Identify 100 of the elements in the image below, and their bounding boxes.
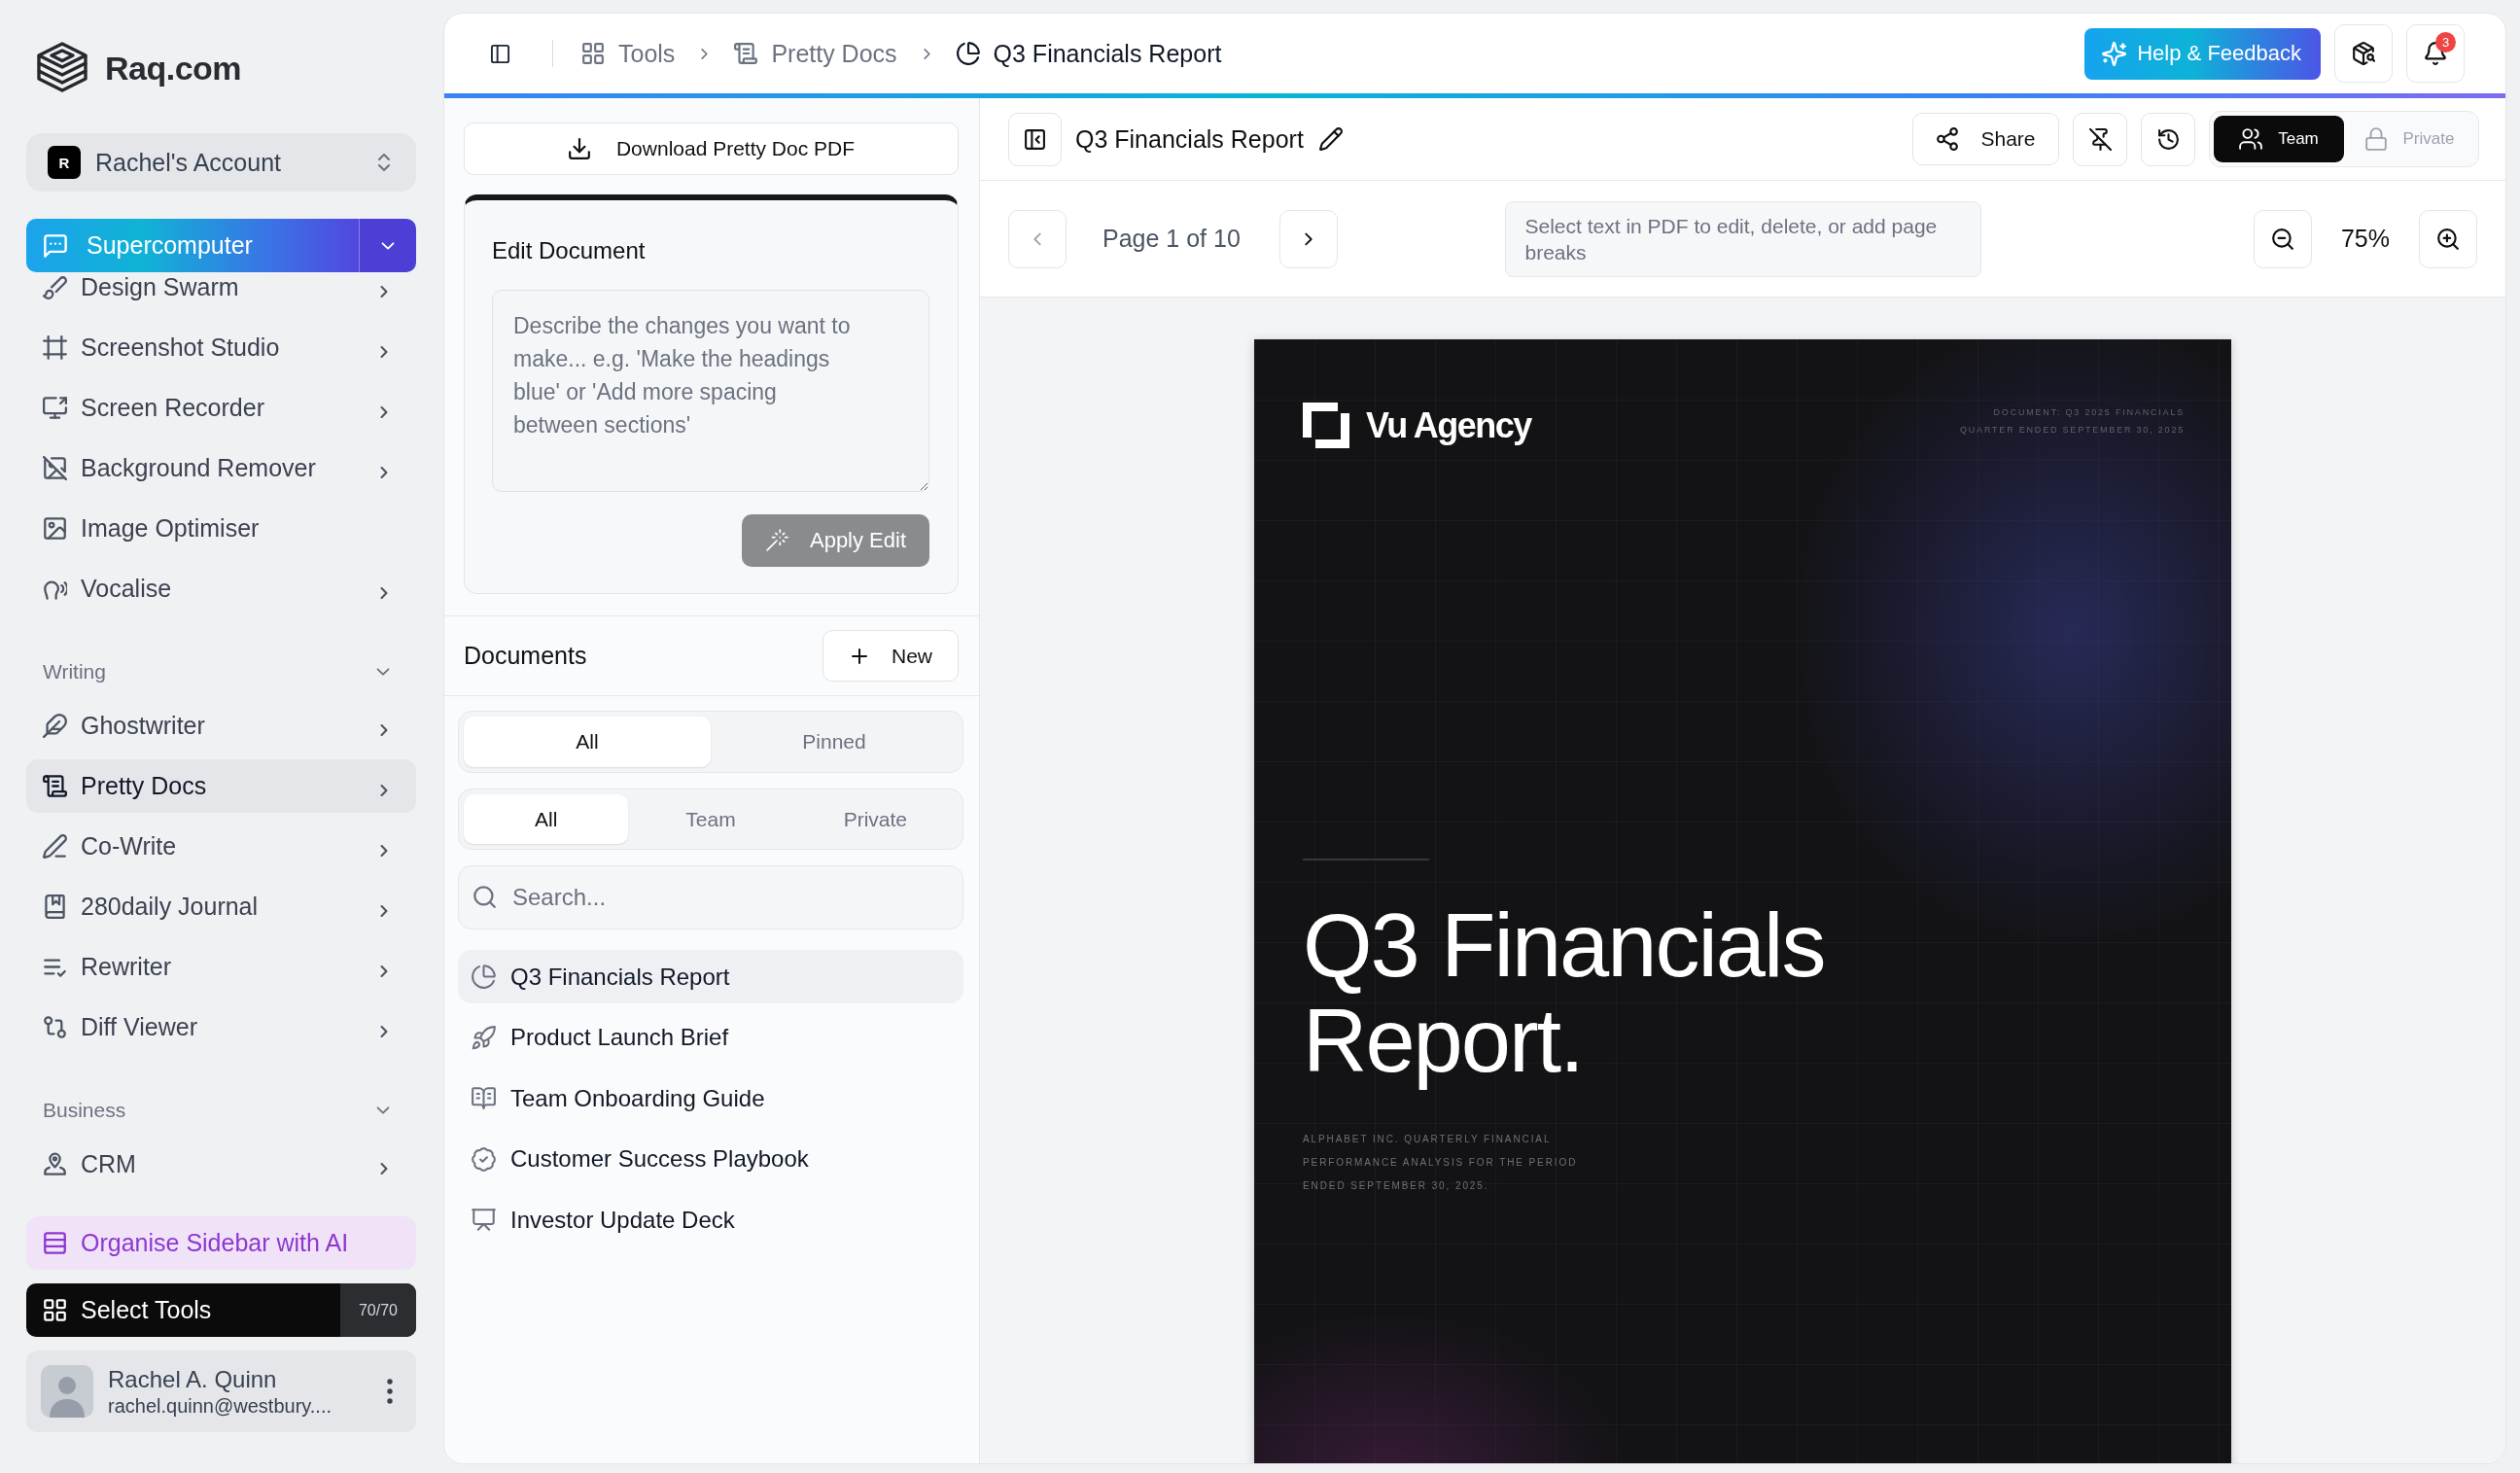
search-field[interactable]: Search... [458,865,963,929]
pie-chart-icon [956,42,980,65]
unpin-button[interactable] [2073,112,2127,166]
sidebar-item[interactable]: Background Remover [26,441,416,495]
sidebar-item[interactable]: Design Swarm [26,272,416,314]
breadcrumb-link[interactable]: Tools [581,39,676,68]
lock-icon [2363,127,2388,151]
zoom-in-icon [2436,227,2460,251]
account-switcher[interactable]: R Rachel's Account [26,133,416,192]
document-item[interactable]: Team Onboarding Guide [458,1071,963,1125]
user-email: rachel.quinn@westbury.... [108,1394,333,1418]
prompt-field[interactable]: Describe the changes you want to make... e.g. 'Make the headings blue' or 'Add more spacing between sections' [492,290,929,492]
scope-tab[interactable]: Team [628,794,793,844]
download-icon [567,137,591,160]
panel-collapse-icon [1024,127,1046,151]
package-search-button[interactable] [2334,24,2393,83]
rename-button[interactable] [1318,127,1343,151]
visibility-option[interactable]: Team [2214,116,2344,162]
card-title: Edit Document [492,236,647,265]
frame-icon [43,335,67,360]
search-icon [472,885,497,909]
sidebar-toggle-button[interactable] [490,43,510,64]
kebab-menu-icon [387,1379,393,1404]
scroll-icon [734,42,758,65]
sidebar-item[interactable]: 280daily Journal [26,880,416,933]
filter-tab[interactable]: Pinned [711,717,958,767]
scroll-icon [43,774,67,798]
user-name: Rachel A. Quinn [108,1365,278,1393]
hint-box: Select text in PDF to edit, delete, or add page breaks [1504,200,1981,277]
image-icon [43,516,67,541]
feather-icon [43,714,67,738]
brand-mark-icon [1303,403,1349,448]
sidebar-toggle-icon [490,43,510,64]
document-title-heading: Q3 Financials Report [1075,124,1304,154]
sidebar-item[interactable]: Diff Viewer [26,1000,416,1054]
document-item[interactable]: Q3 Financials Report [458,950,963,1003]
pencil-icon [1318,127,1343,151]
download-pdf-button[interactable]: Download Pretty Doc PDF [464,123,959,175]
package-search-icon [2352,42,2375,65]
rocket-icon [472,1025,496,1050]
share-icon [1936,127,1960,151]
pencil-line-icon [43,834,67,859]
compare-icon [43,1015,67,1039]
page-indicator: Page 1 of 10 [1102,225,1241,253]
wand-icon [764,529,788,552]
notification-badge: 3 [2435,32,2456,53]
history-icon [2156,127,2180,151]
bookmark-book-icon [43,894,67,919]
grid-icon [43,1298,67,1322]
pie-chart-icon [472,964,496,989]
zoom-out-button[interactable] [2253,209,2312,268]
sidebar-item[interactable]: Screenshot Studio [26,321,416,374]
share-button[interactable]: Share [1912,113,2059,165]
sidebar-item[interactable]: Ghostwriter [26,699,416,753]
select-tools-button[interactable]: Select Tools 70/70 [26,1283,416,1337]
agency-name: Vu Agency [1366,404,1531,446]
layers-logo-icon [36,41,88,95]
users-icon [2239,127,2263,151]
new-document-button[interactable]: New [822,630,959,682]
presentation-icon [472,1208,496,1232]
chat-icon [43,232,68,259]
zoom-in-button[interactable] [2419,209,2477,268]
document-item[interactable]: Product Launch Brief [458,1010,963,1065]
sidebar-item[interactable]: Image Optimiser [26,502,416,555]
sidebar-item[interactable]: Screen Recorder [26,381,416,435]
document-item[interactable]: Customer Success Playbook [458,1132,963,1186]
sidebar-item[interactable]: Rewriter [26,940,416,994]
notifications-button[interactable]: 3 [2406,24,2465,83]
user-pin-icon [43,1152,67,1176]
breadcrumb-link[interactable]: Q3 Financials Report [956,39,1222,68]
sidebar-item[interactable]: Co-Write [26,820,416,873]
section-title: Documents [464,642,587,670]
document-item[interactable]: Investor Update Deck [458,1193,963,1246]
grid-icon [581,42,605,65]
organise-sidebar-button[interactable]: Organise Sidebar with AI [26,1216,416,1270]
pin-off-icon [2088,127,2112,151]
section-toggle[interactable]: Business [26,1089,416,1132]
breadcrumb-link[interactable]: Pretty Docs [734,39,897,68]
tool-count: 70/70 [340,1283,416,1337]
scope-tab[interactable]: All [464,794,629,844]
badge-check-icon [472,1146,496,1172]
sidebar-item[interactable]: CRM [26,1138,416,1191]
document-meta: DOCUMENT: Q3 2025 FINANCIALS [1993,406,2185,419]
collapse-panel-button[interactable] [1008,112,1062,166]
document-meta: QUARTER ENDED SEPTEMBER 30, 2025 [1960,424,2185,437]
sidebar-item[interactable]: Pretty Docs [26,759,416,813]
filter-tab[interactable]: All [464,717,711,767]
brand-name: Raq.com [105,49,242,88]
document-subtitle: ALPHABET INC. QUARTERLY FINANCIAL PERFORMANCE ANALYSIS FOR THE PERIOD ENDED SEPTEMBER 30, 2025. [1303,1133,1579,1193]
open-book-icon [472,1086,496,1110]
section-toggle[interactable]: Writing [26,650,416,693]
sparkles-icon [2102,41,2127,66]
history-button[interactable] [2141,112,2195,166]
zoom-level: 75% [2340,225,2390,253]
avatar-placeholder [41,1365,93,1418]
account-avatar: R [48,146,81,179]
scope-tab[interactable]: Private [792,794,958,844]
sidebar-item[interactable]: Vocalise [26,562,416,615]
rows-icon [43,1231,67,1255]
dropdown-button[interactable] [359,219,416,272]
